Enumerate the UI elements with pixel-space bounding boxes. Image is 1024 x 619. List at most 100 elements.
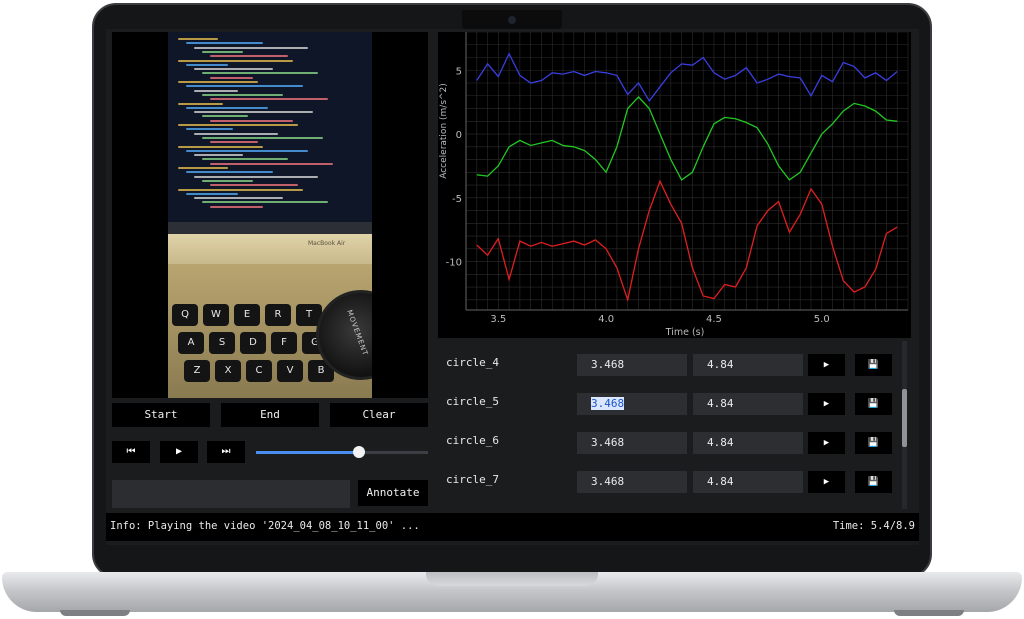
start-time-field[interactable]: 3.468: [577, 354, 687, 376]
floppy-disk-icon[interactable]: 💾: [855, 393, 892, 415]
camera-icon: [508, 16, 516, 24]
video-code-line: [186, 42, 263, 45]
end-time-value: 4.84: [707, 475, 734, 488]
video-code-line: [178, 167, 228, 169]
video-code-line: [194, 154, 243, 157]
x-tick-label: 4.5: [706, 314, 722, 325]
lens-cap-text: MOVEMENT: [345, 308, 370, 358]
play-icon[interactable]: ▶: [808, 471, 845, 493]
video-key: Z: [184, 360, 210, 382]
end-time-field[interactable]: 4.84: [693, 354, 803, 376]
y-tick-label: -10: [446, 258, 462, 269]
video-player[interactable]: MacBook Air QWERTYASDFGHZXCVB MOVEMENT: [112, 32, 428, 398]
video-laptop-bezel: [168, 222, 372, 234]
y-tick-label: -5: [452, 194, 462, 205]
start-time-field[interactable]: 3.468: [577, 393, 687, 415]
status-bar: Info: Playing the video '2024_04_08_10_1…: [106, 513, 919, 541]
laptop-foot: [894, 610, 964, 616]
end-time-field[interactable]: 4.84: [693, 393, 803, 415]
video-palm-rest: MacBook Air: [168, 234, 372, 264]
segment-name: circle_4: [446, 356, 499, 369]
annotation-input[interactable]: [112, 480, 350, 508]
video-code-line: [210, 119, 293, 122]
start-time-value: 3.468: [591, 475, 625, 488]
end-button[interactable]: End: [221, 403, 319, 427]
video-laptop-brand: MacBook Air: [308, 240, 346, 247]
video-code-line: [178, 188, 303, 191]
play-icon[interactable]: ▶: [808, 354, 845, 376]
laptop-base-notch: [426, 572, 598, 586]
video-code-line: [210, 98, 328, 101]
table-row: circle_4 3.468 4.84 ▶ 💾: [438, 346, 911, 384]
clear-button[interactable]: Clear: [330, 403, 428, 427]
video-code-line: [202, 136, 323, 139]
slider-fill: [256, 451, 360, 454]
video-code-line: [210, 162, 333, 165]
segment-name: circle_5: [446, 395, 499, 408]
x-axis-label: Time (s): [665, 327, 705, 338]
video-key: V: [277, 360, 303, 382]
video-code-line: [194, 68, 273, 71]
end-time-field[interactable]: 4.84: [693, 471, 803, 493]
video-code-line: [186, 192, 238, 195]
end-time-value: 4.84: [707, 358, 734, 371]
laptop-foot: [60, 610, 130, 616]
table-row: circle_5 3.468 4.84 ▶ 💾: [438, 385, 911, 423]
video-code-line: [194, 111, 313, 114]
skip-back-icon[interactable]: ⏮: [112, 441, 150, 463]
video-key: R: [265, 304, 291, 326]
video-code-line: [186, 171, 273, 174]
play-icon[interactable]: ▶: [808, 393, 845, 415]
skip-forward-icon[interactable]: ⏭: [207, 441, 245, 463]
scrollbar-thumb[interactable]: [902, 389, 907, 447]
slider-handle[interactable]: [353, 446, 366, 458]
end-time-field[interactable]: 4.84: [693, 432, 803, 454]
acceleration-chart: 3.5 4.0 4.5 5.0 5 0 -5 -10 Time (s) Acceleration …: [438, 31, 911, 338]
video-key: W: [203, 304, 229, 326]
video-code-line: [178, 59, 293, 62]
start-button[interactable]: Start: [112, 403, 210, 427]
video-code-line: [178, 145, 263, 148]
video-key: A: [178, 332, 204, 354]
play-icon[interactable]: ▶: [808, 432, 845, 454]
video-code-line: [194, 46, 308, 49]
video-code-line: [210, 205, 263, 208]
video-key: D: [240, 332, 266, 354]
video-code-line: [194, 175, 318, 178]
video-key: X: [215, 360, 241, 382]
video-code-line: [210, 55, 288, 58]
video-code-line: [202, 93, 283, 96]
segment-name: circle_6: [446, 434, 499, 447]
video-code-line: [194, 89, 238, 92]
video-frame: MacBook Air QWERTYASDFGHZXCVB MOVEMENT: [168, 32, 372, 398]
start-time-field[interactable]: 3.468: [577, 471, 687, 493]
video-code-line: [202, 201, 328, 204]
start-time-value: 3.468: [591, 436, 625, 449]
video-code-line: [202, 115, 248, 118]
video-code-line: [186, 149, 308, 152]
video-key: S: [209, 332, 235, 354]
video-progress-slider[interactable]: [256, 446, 428, 458]
status-info: Info: Playing the video '2024_04_08_10_1…: [110, 520, 420, 532]
video-code-line: [178, 102, 223, 105]
video-code-line: [210, 76, 253, 79]
data-series-line: [476, 96, 898, 181]
segment-list-scrollbar[interactable]: [902, 341, 907, 509]
annotate-button[interactable]: Annotate: [358, 480, 428, 506]
video-key: F: [271, 332, 297, 354]
video-code-line: [202, 72, 318, 75]
play-icon[interactable]: ▶: [160, 441, 198, 463]
video-code-line: [202, 50, 243, 53]
video-code-line: [194, 197, 283, 200]
video-code-line: [194, 132, 278, 135]
video-code-line: [178, 124, 298, 126]
video-code-line: [210, 184, 298, 187]
segment-list: circle_4 3.468 4.84 ▶ 💾 circle_5 3.468 4.84 ▶ 💾 ci…: [438, 341, 911, 509]
end-time-value: 4.84: [707, 397, 734, 410]
start-time-field[interactable]: 3.468: [577, 432, 687, 454]
floppy-disk-icon[interactable]: 💾: [855, 471, 892, 493]
floppy-disk-icon[interactable]: 💾: [855, 354, 892, 376]
video-code-line: [178, 38, 218, 40]
status-time: Time: 5.4/8.9: [832, 520, 915, 532]
floppy-disk-icon[interactable]: 💾: [855, 432, 892, 454]
